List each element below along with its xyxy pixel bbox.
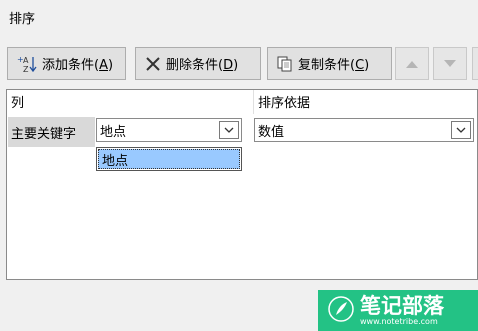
column-select[interactable]: 地点 bbox=[96, 118, 242, 142]
move-down-button[interactable] bbox=[433, 47, 467, 80]
delete-level-label: 删除条件(D) bbox=[166, 58, 239, 73]
header-column: 列 bbox=[11, 96, 25, 111]
copy-level-button[interactable]: 复制条件(C) bbox=[267, 47, 392, 80]
svg-text:A: A bbox=[23, 56, 29, 65]
add-level-label: 添加条件(A) bbox=[42, 58, 114, 73]
header-sort-on: 排序依据 bbox=[258, 96, 311, 111]
move-up-button[interactable] bbox=[395, 47, 429, 80]
chevron-down-icon[interactable] bbox=[451, 121, 471, 139]
more-button[interactable] bbox=[472, 47, 478, 80]
primary-key-label[interactable]: 主要关键字 bbox=[8, 117, 95, 147]
sort-on-select[interactable]: 数值 bbox=[254, 118, 474, 142]
dropdown-option[interactable]: 地点 bbox=[98, 149, 240, 169]
header-divider bbox=[253, 90, 254, 114]
column-select-value: 地点 bbox=[100, 124, 127, 140]
copy-icon bbox=[276, 55, 294, 73]
column-dropdown-list: 地点 bbox=[96, 147, 242, 171]
delete-level-button[interactable]: 删除条件(D) bbox=[135, 47, 261, 80]
triangle-down-icon bbox=[443, 59, 457, 69]
sort-levels-grid: 列 排序依据 主要关键字 地点 数值 地点 bbox=[6, 89, 478, 280]
dialog-title: 排序 bbox=[9, 12, 36, 27]
watermark: 笔记部落 www.notetribe.com bbox=[318, 290, 478, 331]
triangle-up-icon bbox=[405, 59, 419, 69]
add-level-icon: + A Z bbox=[16, 54, 38, 74]
feather-logo-icon bbox=[328, 295, 354, 326]
copy-level-label: 复制条件(C) bbox=[298, 58, 370, 73]
delete-x-icon bbox=[144, 55, 162, 73]
svg-text:Z: Z bbox=[23, 65, 29, 74]
watermark-url: www.notetribe.com bbox=[360, 317, 438, 326]
add-level-button[interactable]: + A Z 添加条件(A) bbox=[7, 47, 126, 80]
sort-on-select-value: 数值 bbox=[258, 124, 285, 140]
chevron-down-icon[interactable] bbox=[219, 121, 239, 139]
watermark-title: 笔记部落 bbox=[360, 294, 444, 318]
